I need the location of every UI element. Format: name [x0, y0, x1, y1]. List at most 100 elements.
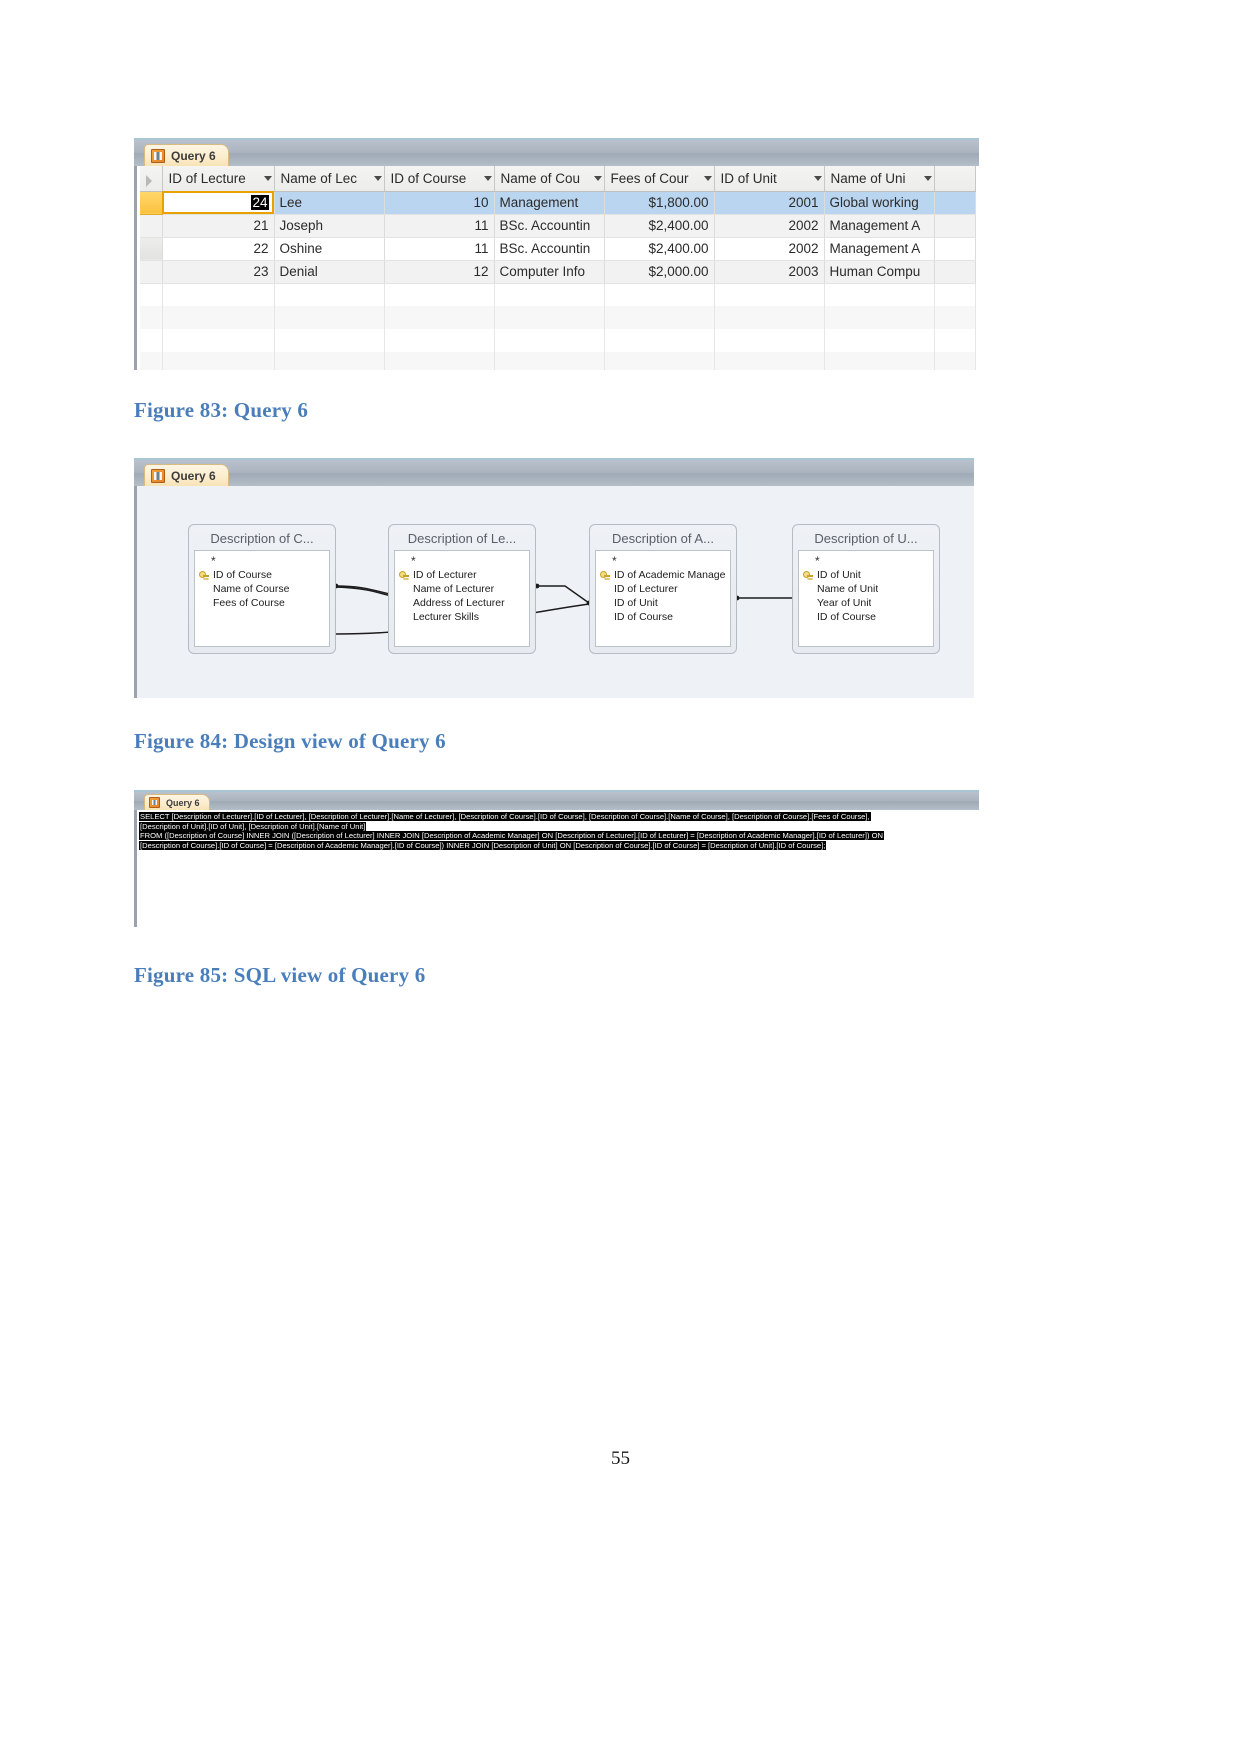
- column-header-fees-of-course[interactable]: Fees of Cour: [604, 166, 715, 192]
- field-label: ID of Lecturer: [614, 583, 678, 595]
- field-list: * ID of Course Name of Course Fees of Co…: [194, 550, 330, 647]
- field-row[interactable]: ID of Course: [803, 610, 929, 624]
- column-header-name-of-unit[interactable]: Name of Uni: [824, 166, 935, 192]
- tab-query6-design[interactable]: Query 6: [144, 464, 229, 486]
- cell-name-of-lecturer[interactable]: Joseph: [274, 214, 385, 238]
- design-table-description-of-lecturer[interactable]: Description of Le... * ID of Lecturer Na…: [388, 524, 536, 654]
- record-selector[interactable]: [140, 329, 163, 352]
- cell-name-of-unit[interactable]: Global working: [824, 191, 935, 215]
- table-row[interactable]: 21 Joseph 11 BSc. Accountin $2,400.00 20…: [140, 214, 976, 238]
- design-table-description-of-course[interactable]: Description of C... * ID of Course Name …: [188, 524, 336, 654]
- empty-cell: [934, 329, 976, 352]
- empty-cell: [714, 329, 825, 352]
- field-row[interactable]: ID of Academic Manager: [600, 568, 726, 582]
- cell-fees-of-course[interactable]: $1,800.00: [604, 191, 715, 215]
- page-number: 55: [611, 1448, 630, 1469]
- field-row[interactable]: ID of Unit: [600, 596, 726, 610]
- query6-sqlview-window: Query 6 SELECT [Description of Lecturer]…: [134, 790, 979, 935]
- cell-id-of-unit[interactable]: 2003: [714, 260, 825, 284]
- column-header-name-of-lecturer[interactable]: Name of Lec: [274, 166, 385, 192]
- cell-id-of-course[interactable]: 11: [384, 237, 495, 261]
- column-label: Name of Lec: [280, 170, 358, 186]
- table-row[interactable]: 23 Denial 12 Computer Info $2,000.00 200…: [140, 260, 976, 284]
- query6-datasheet-window: Query 6 ID of Lecture Name of Lec ID of …: [134, 138, 979, 370]
- cell-id-of-unit[interactable]: 2001: [714, 191, 825, 215]
- cell-name-of-course[interactable]: Computer Info: [494, 260, 605, 284]
- table-row[interactable]: 24 Lee 10 Management $1,800.00 2001 Glob…: [140, 191, 976, 215]
- field-row[interactable]: Address of Lecturer: [399, 596, 525, 610]
- cell-name-of-course[interactable]: BSc. Accountin: [494, 214, 605, 238]
- field-row[interactable]: ID of Lecturer: [600, 582, 726, 596]
- cell-fees-of-course[interactable]: $2,400.00: [604, 237, 715, 261]
- cell-id-of-lecturer[interactable]: 22: [162, 237, 275, 261]
- cell-name-of-course[interactable]: Management: [494, 191, 605, 215]
- cell-id-of-lecturer[interactable]: 21: [162, 214, 275, 238]
- sql-line: FROM ([Description of Course] INNER JOIN…: [137, 831, 979, 841]
- record-selector[interactable]: [140, 352, 163, 370]
- tab-query6-datasheet[interactable]: Query 6: [144, 144, 229, 166]
- empty-cell: [824, 352, 935, 370]
- chevron-down-icon[interactable]: [593, 175, 602, 181]
- select-all-header[interactable]: [140, 166, 163, 192]
- sql-editor[interactable]: SELECT [Description of Lecturer].[ID of …: [134, 810, 979, 927]
- field-row-star[interactable]: *: [399, 554, 525, 568]
- chevron-down-icon[interactable]: [263, 175, 272, 181]
- chevron-down-icon[interactable]: [813, 175, 822, 181]
- chevron-down-icon[interactable]: [483, 175, 492, 181]
- field-row[interactable]: ID of Course: [600, 610, 726, 624]
- column-label: Fees of Cour: [610, 170, 689, 186]
- field-row[interactable]: ID of Course: [199, 568, 325, 582]
- design-table-description-of-unit[interactable]: Description of U... * ID of Unit Name of…: [792, 524, 940, 654]
- column-header-id-of-lecturer[interactable]: ID of Lecture: [162, 166, 275, 192]
- field-row[interactable]: Name of Unit: [803, 582, 929, 596]
- cell-id-of-lecturer[interactable]: 24: [162, 191, 275, 215]
- cell-id-of-course[interactable]: 10: [384, 191, 495, 215]
- record-selector[interactable]: [140, 283, 163, 306]
- field-row[interactable]: Lecturer Skills: [399, 610, 525, 624]
- column-header-name-of-course[interactable]: Name of Cou: [494, 166, 605, 192]
- cell-id-of-course[interactable]: 11: [384, 214, 495, 238]
- cell-fees-of-course[interactable]: $2,000.00: [604, 260, 715, 284]
- cell-name-of-lecturer[interactable]: Lee: [274, 191, 385, 215]
- field-row-star[interactable]: *: [803, 554, 929, 568]
- empty-cell: [162, 352, 275, 370]
- tab-query6-sql[interactable]: Query 6: [144, 794, 210, 810]
- record-selector[interactable]: [140, 191, 163, 215]
- record-selector[interactable]: [140, 306, 163, 329]
- field-row[interactable]: ID of Unit: [803, 568, 929, 582]
- cell-name-of-course[interactable]: BSc. Accountin: [494, 237, 605, 261]
- primary-key-icon: [600, 570, 610, 580]
- field-row[interactable]: Year of Unit: [803, 596, 929, 610]
- chevron-down-icon[interactable]: [703, 175, 712, 181]
- cell-id-of-unit[interactable]: 2002: [714, 214, 825, 238]
- cell-id-of-unit[interactable]: 2002: [714, 237, 825, 261]
- cell-name-of-lecturer[interactable]: Oshine: [274, 237, 385, 261]
- cell-id-of-course[interactable]: 12: [384, 260, 495, 284]
- cell-fees-of-course[interactable]: $2,400.00: [604, 214, 715, 238]
- column-header-id-of-course[interactable]: ID of Course: [384, 166, 495, 192]
- field-row[interactable]: Fees of Course: [199, 596, 325, 610]
- record-selector[interactable]: [140, 260, 163, 284]
- chevron-down-icon[interactable]: [373, 175, 382, 181]
- cell-name-of-unit[interactable]: Human Compu: [824, 260, 935, 284]
- empty-cell: [714, 306, 825, 329]
- record-selector[interactable]: [140, 214, 163, 238]
- chevron-down-icon[interactable]: [923, 175, 932, 181]
- empty-cell: [162, 306, 275, 329]
- field-row[interactable]: ID of Lecturer: [399, 568, 525, 582]
- field-row-star[interactable]: *: [600, 554, 726, 568]
- cell-name-of-unit[interactable]: Management A: [824, 214, 935, 238]
- record-selector[interactable]: [140, 237, 163, 261]
- field-row[interactable]: Name of Course: [199, 582, 325, 596]
- empty-cell: [384, 352, 495, 370]
- column-header-id-of-unit[interactable]: ID of Unit: [714, 166, 825, 192]
- design-table-description-of-academic-manager[interactable]: Description of A... * ID of Academic Man…: [589, 524, 737, 654]
- field-row[interactable]: Name of Lecturer: [399, 582, 525, 596]
- table-row[interactable]: 22 Oshine 11 BSc. Accountin $2,400.00 20…: [140, 237, 976, 261]
- cell-name-of-lecturer[interactable]: Denial: [274, 260, 385, 284]
- field-label: ID of Lecturer: [413, 569, 477, 581]
- cell-id-of-lecturer[interactable]: 23: [162, 260, 275, 284]
- cell-name-of-unit[interactable]: Management A: [824, 237, 935, 261]
- primary-key-icon: [399, 570, 409, 580]
- field-row-star[interactable]: *: [199, 554, 325, 568]
